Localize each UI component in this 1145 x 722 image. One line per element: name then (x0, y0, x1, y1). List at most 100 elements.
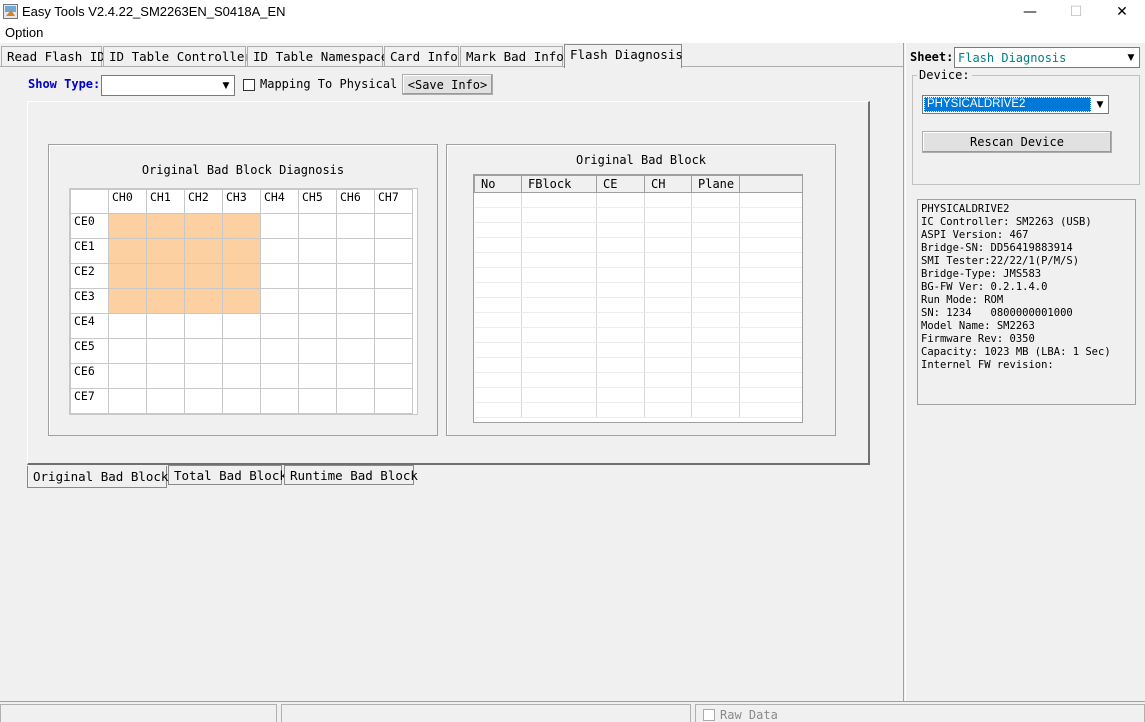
grid-cell[interactable] (108, 388, 147, 414)
grid-cell[interactable] (184, 388, 223, 414)
raw-data-label: Raw Data (720, 708, 778, 722)
grid-cell[interactable] (146, 338, 185, 364)
subtab-total-bad-block[interactable]: Total Bad Block (168, 465, 287, 485)
grid-cell[interactable] (336, 313, 375, 339)
device-select[interactable]: PHYSICALDRIVE2 ▼ (922, 95, 1109, 114)
grid-cell[interactable] (184, 338, 223, 364)
tab-id-table-namespace[interactable]: ID Table Namespace (247, 46, 388, 67)
grid-cell[interactable] (222, 388, 261, 414)
grid-cell[interactable] (146, 238, 185, 264)
grid-cell[interactable] (374, 213, 413, 239)
grid-cell[interactable] (108, 288, 147, 314)
list-column-header[interactable]: CE (596, 175, 645, 193)
tab-read-flash-id[interactable]: Read Flash ID (1, 46, 105, 67)
grid-cell[interactable] (260, 388, 299, 414)
grid-cell[interactable] (336, 288, 375, 314)
grid-cell[interactable] (298, 263, 337, 289)
subtab-runtime-bad-block[interactable]: Runtime Bad Block (284, 465, 418, 485)
grid-cell[interactable] (374, 313, 413, 339)
grid-cell[interactable] (108, 313, 147, 339)
tab-mark-bad-info[interactable]: Mark Bad Info (460, 46, 564, 67)
device-group (912, 75, 1140, 185)
minimize-button[interactable]: — (1007, 0, 1053, 24)
list-cell (644, 312, 692, 328)
list-row (474, 342, 802, 358)
grid-cell[interactable] (222, 288, 261, 314)
grid-cell[interactable] (146, 388, 185, 414)
grid-cell[interactable] (298, 338, 337, 364)
grid-cell[interactable] (108, 213, 147, 239)
grid-cell[interactable] (222, 213, 261, 239)
grid-cell[interactable] (374, 338, 413, 364)
grid-cell[interactable] (374, 288, 413, 314)
grid-cell[interactable] (298, 288, 337, 314)
grid-cell[interactable] (260, 313, 299, 339)
grid-cell[interactable] (222, 263, 261, 289)
grid-cell[interactable] (222, 363, 261, 389)
grid-cell[interactable] (260, 338, 299, 364)
grid-cell[interactable] (336, 363, 375, 389)
device-info-line: Bridge-Type: JMS583 (921, 268, 1042, 280)
grid-cell[interactable] (260, 288, 299, 314)
subtab-original-bad-block[interactable]: Original Bad Block (27, 466, 168, 488)
tab-card-info[interactable]: Card Info (384, 46, 459, 67)
show-type-select[interactable]: ▼ (101, 75, 235, 96)
grid-cell[interactable] (374, 263, 413, 289)
grid-cell[interactable] (298, 213, 337, 239)
grid-cell[interactable] (374, 388, 413, 414)
save-info-button[interactable]: <Save Info> (402, 74, 493, 95)
grid-cell[interactable] (336, 263, 375, 289)
grid-cell[interactable] (298, 388, 337, 414)
list-column-header[interactable]: FBlock (521, 175, 597, 193)
list-column-header[interactable]: Plane (691, 175, 740, 193)
tab-id-table-controller[interactable]: ID Table Controller (103, 46, 252, 67)
grid-cell[interactable] (374, 363, 413, 389)
grid-cell[interactable] (298, 363, 337, 389)
rescan-device-button[interactable]: Rescan Device (922, 131, 1112, 153)
grid-cell[interactable] (146, 263, 185, 289)
tab-flash-diagnosis[interactable]: Flash Diagnosis (564, 44, 683, 68)
grid-cell[interactable] (108, 263, 147, 289)
grid-cell[interactable] (260, 363, 299, 389)
grid-cell[interactable] (260, 238, 299, 264)
grid-cell[interactable] (146, 313, 185, 339)
grid-cell[interactable] (184, 238, 223, 264)
mapping-checkbox[interactable] (243, 79, 255, 91)
grid-cell[interactable] (184, 363, 223, 389)
grid-cell[interactable] (260, 213, 299, 239)
grid-cell[interactable] (146, 213, 185, 239)
grid-cell[interactable] (184, 213, 223, 239)
grid-cell[interactable] (298, 238, 337, 264)
grid-cell[interactable] (184, 288, 223, 314)
list-row (474, 387, 802, 403)
row-header: CE3 (70, 288, 109, 314)
maximize-button[interactable]: ☐ (1053, 0, 1099, 24)
grid-cell[interactable] (298, 313, 337, 339)
grid-cell[interactable] (336, 238, 375, 264)
grid-cell[interactable] (184, 263, 223, 289)
grid-cell[interactable] (336, 338, 375, 364)
raw-data-checkbox[interactable] (703, 709, 715, 721)
grid-cell[interactable] (222, 313, 261, 339)
grid-cell[interactable] (260, 263, 299, 289)
grid-cell[interactable] (146, 363, 185, 389)
bad-block-list[interactable]: No FBlock CE CH Plane (473, 174, 803, 423)
sheet-select[interactable]: Flash Diagnosis ▼ (954, 47, 1140, 68)
mapping-label: Mapping To Physical (260, 77, 398, 91)
pane-splitter[interactable] (903, 43, 906, 701)
grid-cell[interactable] (108, 338, 147, 364)
list-cell (644, 192, 692, 208)
close-button[interactable]: ✕ (1099, 0, 1145, 24)
menu-option[interactable]: Option (5, 25, 43, 40)
grid-cell[interactable] (184, 313, 223, 339)
grid-cell[interactable] (336, 213, 375, 239)
grid-cell[interactable] (108, 363, 147, 389)
grid-cell[interactable] (222, 238, 261, 264)
grid-cell[interactable] (146, 288, 185, 314)
grid-cell[interactable] (374, 238, 413, 264)
list-column-header[interactable]: CH (644, 175, 692, 193)
list-column-header[interactable]: No (474, 175, 522, 193)
grid-cell[interactable] (336, 388, 375, 414)
grid-cell[interactable] (222, 338, 261, 364)
grid-cell[interactable] (108, 238, 147, 264)
